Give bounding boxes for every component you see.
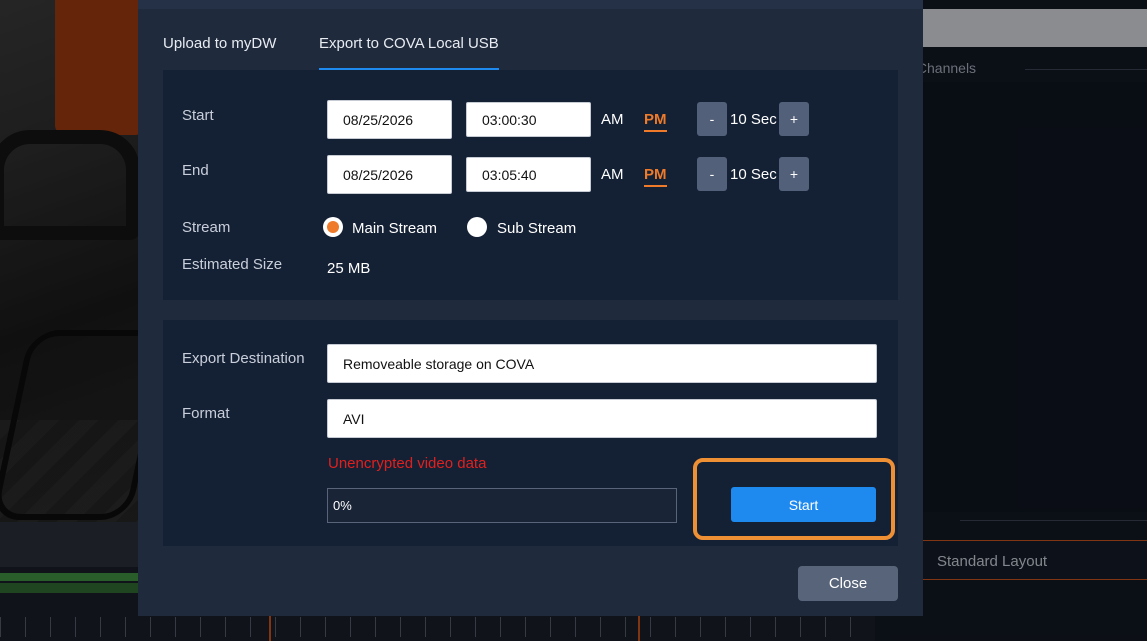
format-field[interactable]: AVI	[327, 399, 877, 438]
end-am-toggle[interactable]: AM	[601, 166, 624, 183]
tab-export-usb[interactable]: Export to COVA Local USB	[319, 31, 499, 73]
sub-stream-radio[interactable]	[467, 217, 487, 237]
export-destination-field[interactable]: Removeable storage on COVA	[327, 344, 877, 383]
start-date-field[interactable]: 08/25/2026	[327, 100, 452, 139]
time-range-card: Start 08/25/2026 03:00:30 AM PM - 10 Sec…	[163, 70, 898, 300]
format-label: Format	[182, 405, 230, 422]
estimated-size-label: Estimated Size	[182, 256, 283, 273]
end-label: End	[182, 162, 209, 179]
export-progress-bar: 0%	[327, 488, 677, 523]
start-time-field[interactable]: 03:00:30	[466, 102, 591, 137]
end-decrement-button[interactable]: -	[697, 157, 727, 191]
estimated-size-value: 25 MB	[327, 260, 371, 277]
end-increment-button[interactable]: +	[779, 157, 809, 191]
close-button[interactable]: Close	[798, 566, 898, 601]
start-label: Start	[182, 107, 214, 124]
start-decrement-button[interactable]: -	[697, 102, 727, 136]
start-pm-toggle[interactable]: PM	[644, 111, 667, 132]
start-export-button[interactable]: Start	[731, 487, 876, 522]
main-stream-label[interactable]: Main Stream	[352, 220, 437, 237]
tab-upload-mydw[interactable]: Upload to myDW	[163, 31, 276, 73]
main-stream-radio[interactable]	[323, 217, 343, 237]
export-card: Export Destination Removeable storage on…	[163, 320, 898, 546]
export-destination-label: Export Destination	[182, 350, 305, 367]
start-am-toggle[interactable]: AM	[601, 111, 624, 128]
start-step-value: 10 Sec	[730, 111, 777, 128]
sub-stream-label[interactable]: Sub Stream	[497, 220, 576, 237]
unencrypted-warning: Unencrypted video data	[328, 455, 487, 472]
end-date-field[interactable]: 08/25/2026	[327, 155, 452, 194]
end-time-field[interactable]: 03:05:40	[466, 157, 591, 192]
end-step-value: 10 Sec	[730, 166, 777, 183]
stream-label: Stream	[182, 219, 231, 236]
end-pm-toggle[interactable]: PM	[644, 166, 667, 187]
screen: ndard nera Channels outs Standard Layout…	[0, 0, 1147, 641]
export-dialog: Upload to myDW Export to COVA Local USB …	[138, 0, 923, 616]
start-increment-button[interactable]: +	[779, 102, 809, 136]
